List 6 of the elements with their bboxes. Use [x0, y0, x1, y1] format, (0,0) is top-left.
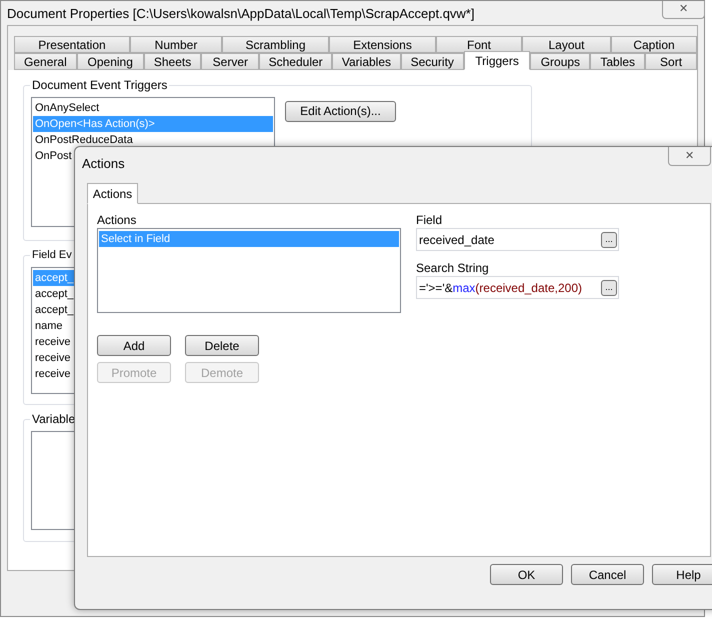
group-title: Document Event Triggers — [30, 78, 170, 92]
actions-label: Actions — [97, 213, 138, 227]
dialog-title: Actions — [81, 155, 125, 173]
field-label: Field — [416, 213, 444, 227]
window-title: Document Properties [C:\Users\kowalsn\AppData\Local\Temp\ScrapAccept.qvw*] — [6, 5, 476, 23]
search-string-label: Search String — [416, 261, 490, 275]
